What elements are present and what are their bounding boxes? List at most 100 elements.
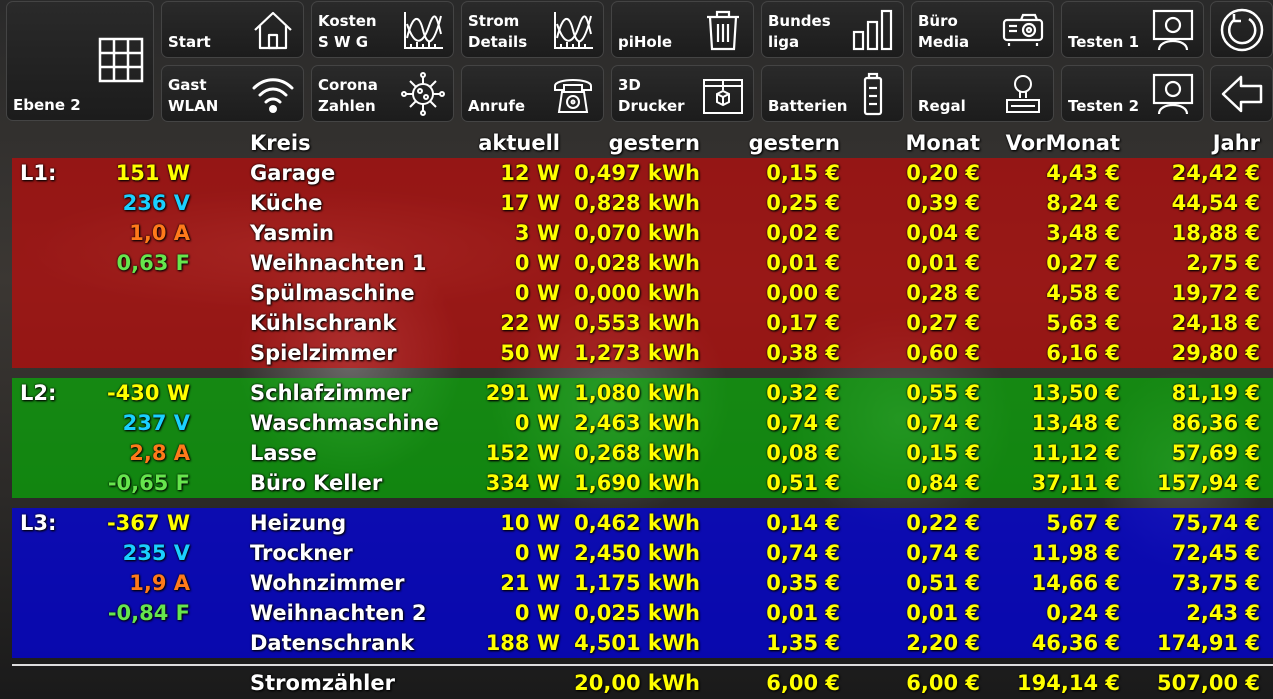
row2-button-1[interactable]: Gast WLAN — [161, 65, 304, 122]
circuit-prev-month: 37,11 € — [1031, 471, 1120, 495]
row2-button-7[interactable]: Testen 2 — [1061, 65, 1204, 122]
circuit-month: 0,04 € — [906, 221, 980, 245]
circuit-name: Kühlschrank — [250, 311, 397, 335]
circuit-eur-yesterday: 0,74 € — [766, 541, 840, 565]
row1-button-5[interactable]: Bundes liga — [761, 1, 904, 58]
circuit-name: Waschmaschine — [250, 411, 439, 435]
nav-button-label: Büro Media — [918, 12, 970, 51]
bar-chart-icon — [851, 8, 895, 52]
circuit-prev-month: 6,16 € — [1046, 341, 1120, 365]
circuit-prev-month: 4,43 € — [1046, 161, 1120, 185]
circuit-eur-yesterday: 0,74 € — [766, 411, 840, 435]
phase-power: 151 W — [115, 161, 190, 185]
printer-3d-icon — [701, 72, 745, 116]
table-row: 235 V Trockner 0 W 2,450 kWh 0,74 € 0,74 € 11,… — [0, 538, 1273, 568]
circuit-month: 0,20 € — [906, 161, 980, 185]
circuit-now: 0 W — [514, 411, 560, 435]
row2-button-3[interactable]: Anrufe — [461, 65, 604, 122]
table-row: 236 V Küche 17 W 0,828 kWh 0,25 € 0,39 € 8,24 … — [0, 188, 1273, 218]
circuit-kwh-yesterday: 0,028 kWh — [574, 251, 700, 275]
row1-button-7[interactable]: Testen 1 — [1061, 1, 1204, 58]
nav-button-label: Corona Zahlen — [318, 76, 378, 115]
circuit-eur-yesterday: 1,35 € — [766, 631, 840, 655]
phase-current: 1,9 A — [129, 571, 190, 595]
circuit-eur-yesterday: 0,15 € — [766, 161, 840, 185]
circuit-month: 0,84 € — [906, 471, 980, 495]
circuit-kwh-yesterday: 1,273 kWh — [574, 341, 700, 365]
row1-button-6[interactable]: Büro Media — [911, 1, 1054, 58]
phase-label: L3: — [20, 511, 57, 535]
header-aktuell: aktuell — [478, 131, 560, 155]
nav-button-label: 3D Drucker — [618, 76, 685, 115]
row2-button-6[interactable]: Regal — [911, 65, 1054, 122]
row1-button-3[interactable]: Strom Details — [461, 1, 604, 58]
phase-current: 2,8 A — [129, 441, 190, 465]
phone-icon — [551, 72, 595, 116]
circuit-month: 0,01 € — [906, 601, 980, 625]
circuit-prev-month: 46,36 € — [1031, 631, 1120, 655]
table-header: Kreis aktuell gestern gestern Monat VorM… — [0, 128, 1273, 158]
circuit-month: 0,39 € — [906, 191, 980, 215]
circuit-now: 0 W — [514, 601, 560, 625]
nav-button-label: Batterien — [768, 97, 848, 115]
table-row: Kühlschrank 22 W 0,553 kWh 0,17 € 0,27 € 5,63… — [0, 308, 1273, 338]
circuit-eur-yesterday: 0,01 € — [766, 251, 840, 275]
back-arrow-icon — [1219, 71, 1265, 117]
table-row: L3: -367 W Heizung 10 W 0,462 kWh 0,14 € 0,22 … — [0, 508, 1273, 538]
circuit-year: 72,45 € — [1171, 541, 1260, 565]
circuit-now: 188 W — [485, 631, 560, 655]
circuit-now: 0 W — [514, 281, 560, 305]
nav-button-label: Bundes liga — [768, 12, 831, 51]
nav-button-label: Testen 1 — [1068, 33, 1140, 51]
back-button[interactable] — [1210, 65, 1273, 122]
nav-button-label: piHole — [618, 33, 673, 51]
ebene-2-button[interactable]: Ebene 2 — [6, 1, 154, 121]
circuit-month: 0,60 € — [906, 341, 980, 365]
table-row: L1: 151 W Garage 12 W 0,497 kWh 0,15 € 0,20 € 4… — [0, 158, 1273, 188]
row1-button-1[interactable]: Start — [161, 1, 304, 58]
circuit-kwh-yesterday: 0,025 kWh — [574, 601, 700, 625]
row1-button-2[interactable]: Kosten S W G — [311, 1, 454, 58]
battery-icon — [851, 72, 895, 116]
circuit-year: 57,69 € — [1171, 441, 1260, 465]
circuit-now: 17 W — [500, 191, 560, 215]
row2-button-4[interactable]: 3D Drucker — [611, 65, 754, 122]
circuit-kwh-yesterday: 0,553 kWh — [574, 311, 700, 335]
phase-factor: -0,65 F — [107, 471, 190, 495]
table-row: 1,9 A Wohnzimmer 21 W 1,175 kWh 0,35 € 0,51 €… — [0, 568, 1273, 598]
refresh-button[interactable] — [1210, 1, 1273, 58]
circuit-year: 86,36 € — [1171, 411, 1260, 435]
header-monat: Monat — [905, 131, 980, 155]
row2-button-5[interactable]: Batterien — [761, 65, 904, 122]
total-divider — [12, 664, 1273, 666]
table-row: 1,0 A Yasmin 3 W 0,070 kWh 0,02 € 0,04 € 3,48 … — [0, 218, 1273, 248]
circuit-month: 0,22 € — [906, 511, 980, 535]
circuit-kwh-yesterday: 0,268 kWh — [574, 441, 700, 465]
circuit-kwh-yesterday: 0,462 kWh — [574, 511, 700, 535]
table-row: L2: -430 W Schlafzimmer 291 W 1,080 kWh 0,32 … — [0, 378, 1273, 408]
circuit-eur-yesterday: 0,17 € — [766, 311, 840, 335]
circuit-name: Yasmin — [250, 221, 334, 245]
circuit-year: 2,43 € — [1186, 601, 1260, 625]
circuit-year: 19,72 € — [1171, 281, 1260, 305]
row1-button-4[interactable]: piHole — [611, 1, 754, 58]
circuit-eur-yesterday: 0,01 € — [766, 601, 840, 625]
table-row: 2,8 A Lasse 152 W 0,268 kWh 0,08 € 0,15 € 11,1… — [0, 438, 1273, 468]
circuit-year: 18,88 € — [1171, 221, 1260, 245]
circuit-kwh-yesterday: 0,000 kWh — [574, 281, 700, 305]
circuit-kwh-yesterday: 4,501 kWh — [574, 631, 700, 655]
circuit-prev-month: 8,24 € — [1046, 191, 1120, 215]
row2-button-2[interactable]: Corona Zahlen — [311, 65, 454, 122]
nav-button-label: Regal — [918, 97, 966, 115]
table-row: -0,84 F Weihnachten 2 0 W 0,025 kWh 0,01 € 0,… — [0, 598, 1273, 628]
circuit-name: Weihnachten 1 — [250, 251, 427, 275]
circuit-eur-yesterday: 0,02 € — [766, 221, 840, 245]
phase-factor: 0,63 F — [116, 251, 190, 275]
circuit-month: 2,20 € — [906, 631, 980, 655]
circuit-year: 2,75 € — [1186, 251, 1260, 275]
table-row: Datenschrank 188 W 4,501 kWh 1,35 € 2,20 € 46… — [0, 628, 1273, 658]
circuit-prev-month: 5,67 € — [1046, 511, 1120, 535]
circuit-now: 22 W — [500, 311, 560, 335]
circuit-eur-yesterday: 0,35 € — [766, 571, 840, 595]
phase-label: L2: — [20, 381, 57, 405]
